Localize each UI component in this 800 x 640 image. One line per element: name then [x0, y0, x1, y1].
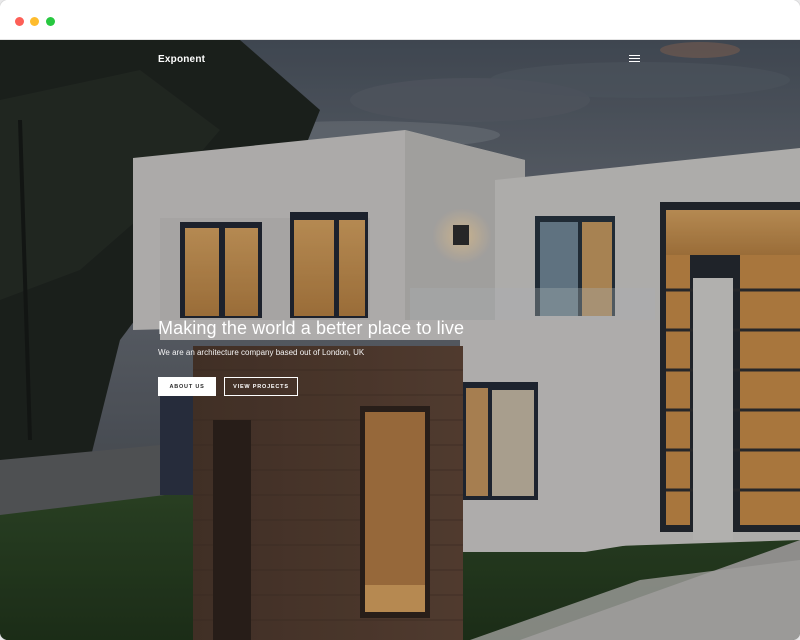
- maximize-window-button[interactable]: [46, 17, 55, 26]
- hamburger-icon[interactable]: [628, 54, 642, 64]
- close-window-button[interactable]: [15, 17, 24, 26]
- hero-section: Exponent Making the world a better place…: [0, 40, 800, 640]
- hero-background-image: [0, 40, 800, 640]
- window-titlebar: [0, 0, 800, 40]
- brand-logo[interactable]: Exponent: [158, 54, 205, 65]
- view-projects-button[interactable]: VIEW PROJECTS: [224, 377, 298, 396]
- hero-headline: Making the world a better place to live: [158, 318, 465, 338]
- minimize-window-button[interactable]: [30, 17, 39, 26]
- about-us-button[interactable]: ABOUT US: [158, 377, 216, 396]
- hero-subheadline: We are an architecture company based out…: [158, 348, 365, 357]
- browser-window: Exponent Making the world a better place…: [0, 0, 800, 640]
